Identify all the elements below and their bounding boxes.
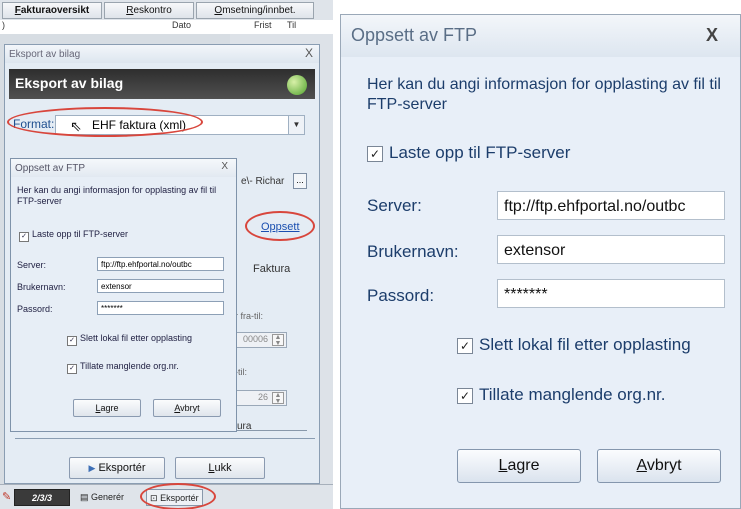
ftp-large-cancel-button[interactable]: Avbryt xyxy=(597,449,721,483)
close-icon[interactable]: X xyxy=(706,25,718,46)
ftp-dialog-large: Oppsett av FTP X Her kan du angi informa… xyxy=(340,14,741,509)
range-from-label: r fra-til: xyxy=(235,311,263,321)
generer-button[interactable]: ▤ Generér xyxy=(80,489,124,506)
ftp-small-upload-checkbox[interactable]: ✓ Laste opp til FTP-server xyxy=(19,229,128,242)
tab-fakturaoversikt[interactable]: Fakturaoversikt xyxy=(2,2,102,19)
ftp-large-upload-label: Laste opp til FTP-server xyxy=(389,143,571,162)
column-dato[interactable]: Dato xyxy=(172,20,191,30)
ftp-small-server-label: Server: xyxy=(17,260,47,270)
ftp-large-server-label: Server: xyxy=(367,196,422,215)
play-icon: ▶ xyxy=(88,463,96,473)
ftp-large-pass-label: Passord: xyxy=(367,286,435,305)
ftp-small-user-label: Brukernavn: xyxy=(17,282,66,292)
ftp-small-pass-input[interactable]: ******* xyxy=(97,301,224,315)
ftp-large-allow-checkbox[interactable]: ✓ Tillate manglende org.nr. xyxy=(457,385,665,405)
ftp-large-user-label: Brukernavn: xyxy=(367,242,459,261)
left-app-screenshot: Fakturaoversikt Reskontro Omsetning/innb… xyxy=(0,0,333,509)
checkbox-checked-icon[interactable]: ✓ xyxy=(457,338,473,354)
ftp-large-server-input[interactable]: ftp://ftp.ehfportal.no/outbc xyxy=(497,191,725,220)
checkbox-checked-icon[interactable]: ✓ xyxy=(67,364,77,374)
ftp-large-save-button[interactable]: Lagre xyxy=(457,449,581,483)
ftp-dialog-small: Oppsett av FTP X Her kan du angi informa… xyxy=(10,158,237,432)
ftp-large-user-input[interactable]: extensor xyxy=(497,235,725,264)
ftp-small-cancel-button[interactable]: Avbryt xyxy=(153,399,221,417)
divider xyxy=(15,438,315,439)
ftp-large-description: Her kan du angi informasjon for opplasti… xyxy=(367,76,721,113)
ftp-large-title: Oppsett av FTP xyxy=(351,25,478,45)
spinner-arrows-icon[interactable]: ▲ ▼ xyxy=(272,392,284,405)
highlight-ellipse-eksporter xyxy=(140,483,216,509)
ftp-large-delete-checkbox[interactable]: ✓ Slett lokal fil etter opplasting xyxy=(457,335,691,355)
generer-label: Generér xyxy=(91,492,125,502)
globe-icon xyxy=(287,75,307,95)
tab-omsetning[interactable]: Omsetning/innbet. xyxy=(196,2,314,19)
tab-reskontro[interactable]: Reskontro xyxy=(104,2,194,19)
ftp-small-allow-label: Tillate manglende org.nr. xyxy=(80,361,179,371)
eksport-header: Eksport av bilag xyxy=(9,69,315,99)
column-til[interactable]: Til xyxy=(287,20,296,30)
ftp-small-upload-label: Laste opp til FTP-server xyxy=(32,229,129,239)
eksport-window-title: Eksport av bilag X xyxy=(5,45,319,63)
path-fragment: e\- Richar xyxy=(241,176,285,187)
ftp-large-titlebar: Oppsett av FTP X xyxy=(341,15,740,57)
tab-bar: Fakturaoversikt Reskontro Omsetning/innb… xyxy=(0,0,333,20)
spinner-arrows-icon[interactable]: ▲ ▼ xyxy=(272,334,284,347)
ftp-small-title-text: Oppsett av FTP xyxy=(15,163,86,174)
range-from-value: 00006 xyxy=(242,334,268,344)
bottom-toolbar: ✎ 2/3/3 ▤ Generér ⊡ Eksportér xyxy=(0,483,333,509)
tura-label: ura xyxy=(237,421,252,432)
eksporter-button-label: Eksportér xyxy=(98,462,146,474)
ftp-small-user-input[interactable]: extensor xyxy=(97,279,224,293)
eksport-title-text: Eksport av bilag xyxy=(9,49,81,60)
ftp-small-server-input[interactable]: ftp://ftp.ehfportal.no/outbc xyxy=(97,257,224,271)
app-logo[interactable]: 2/3/3 xyxy=(14,489,70,506)
checkbox-checked-icon[interactable]: ✓ xyxy=(457,388,473,404)
ftp-large-allow-label: Tillate manglende org.nr. xyxy=(479,385,666,404)
browse-button[interactable]: ... xyxy=(293,173,307,189)
checkbox-checked-icon[interactable]: ✓ xyxy=(19,232,29,242)
faktura-label: Faktura xyxy=(253,263,291,275)
eksport-close-button[interactable]: X xyxy=(305,46,313,60)
ftp-small-close-button[interactable]: X xyxy=(221,161,228,172)
checkbox-checked-icon[interactable]: ✓ xyxy=(367,146,383,162)
ftp-small-description: Her kan du angi informasjon for opplasti… xyxy=(17,185,217,206)
highlight-ellipse-oppsett xyxy=(245,211,315,241)
highlight-ellipse-format xyxy=(7,107,203,137)
ftp-large-upload-checkbox[interactable]: ✓ Laste opp til FTP-server xyxy=(367,143,570,163)
column-frist[interactable]: Frist xyxy=(254,20,272,30)
eksporter-button[interactable]: ▶ Eksportér xyxy=(69,457,165,479)
ftp-small-pass-label: Passord: xyxy=(17,304,53,314)
eksport-header-text: Eksport av bilag xyxy=(15,75,124,91)
checkbox-checked-icon[interactable]: ✓ xyxy=(67,336,77,346)
ftp-small-title: Oppsett av FTP X xyxy=(11,159,236,177)
lukk-button[interactable]: Lukk xyxy=(175,457,265,479)
ftp-small-allow-checkbox[interactable]: ✓ Tillate manglende org.nr. xyxy=(67,361,179,374)
ftp-large-pass-input[interactable]: ******* xyxy=(497,279,725,308)
generate-icon: ▤ xyxy=(80,492,89,502)
til-value: 26 xyxy=(257,392,268,402)
ftp-large-delete-label: Slett lokal fil etter opplasting xyxy=(479,335,691,354)
chevron-down-icon[interactable]: ▼ xyxy=(288,116,304,134)
column-marker: ) xyxy=(2,20,5,30)
ftp-small-save-button[interactable]: Lagre xyxy=(73,399,141,417)
ftp-small-delete-checkbox[interactable]: ✓ Slett lokal fil etter opplasting xyxy=(67,333,192,346)
ftp-small-delete-label: Slett lokal fil etter opplasting xyxy=(80,333,193,343)
column-header: ) Dato Frist Til xyxy=(0,20,333,34)
key-icon: ✎ xyxy=(2,491,12,503)
